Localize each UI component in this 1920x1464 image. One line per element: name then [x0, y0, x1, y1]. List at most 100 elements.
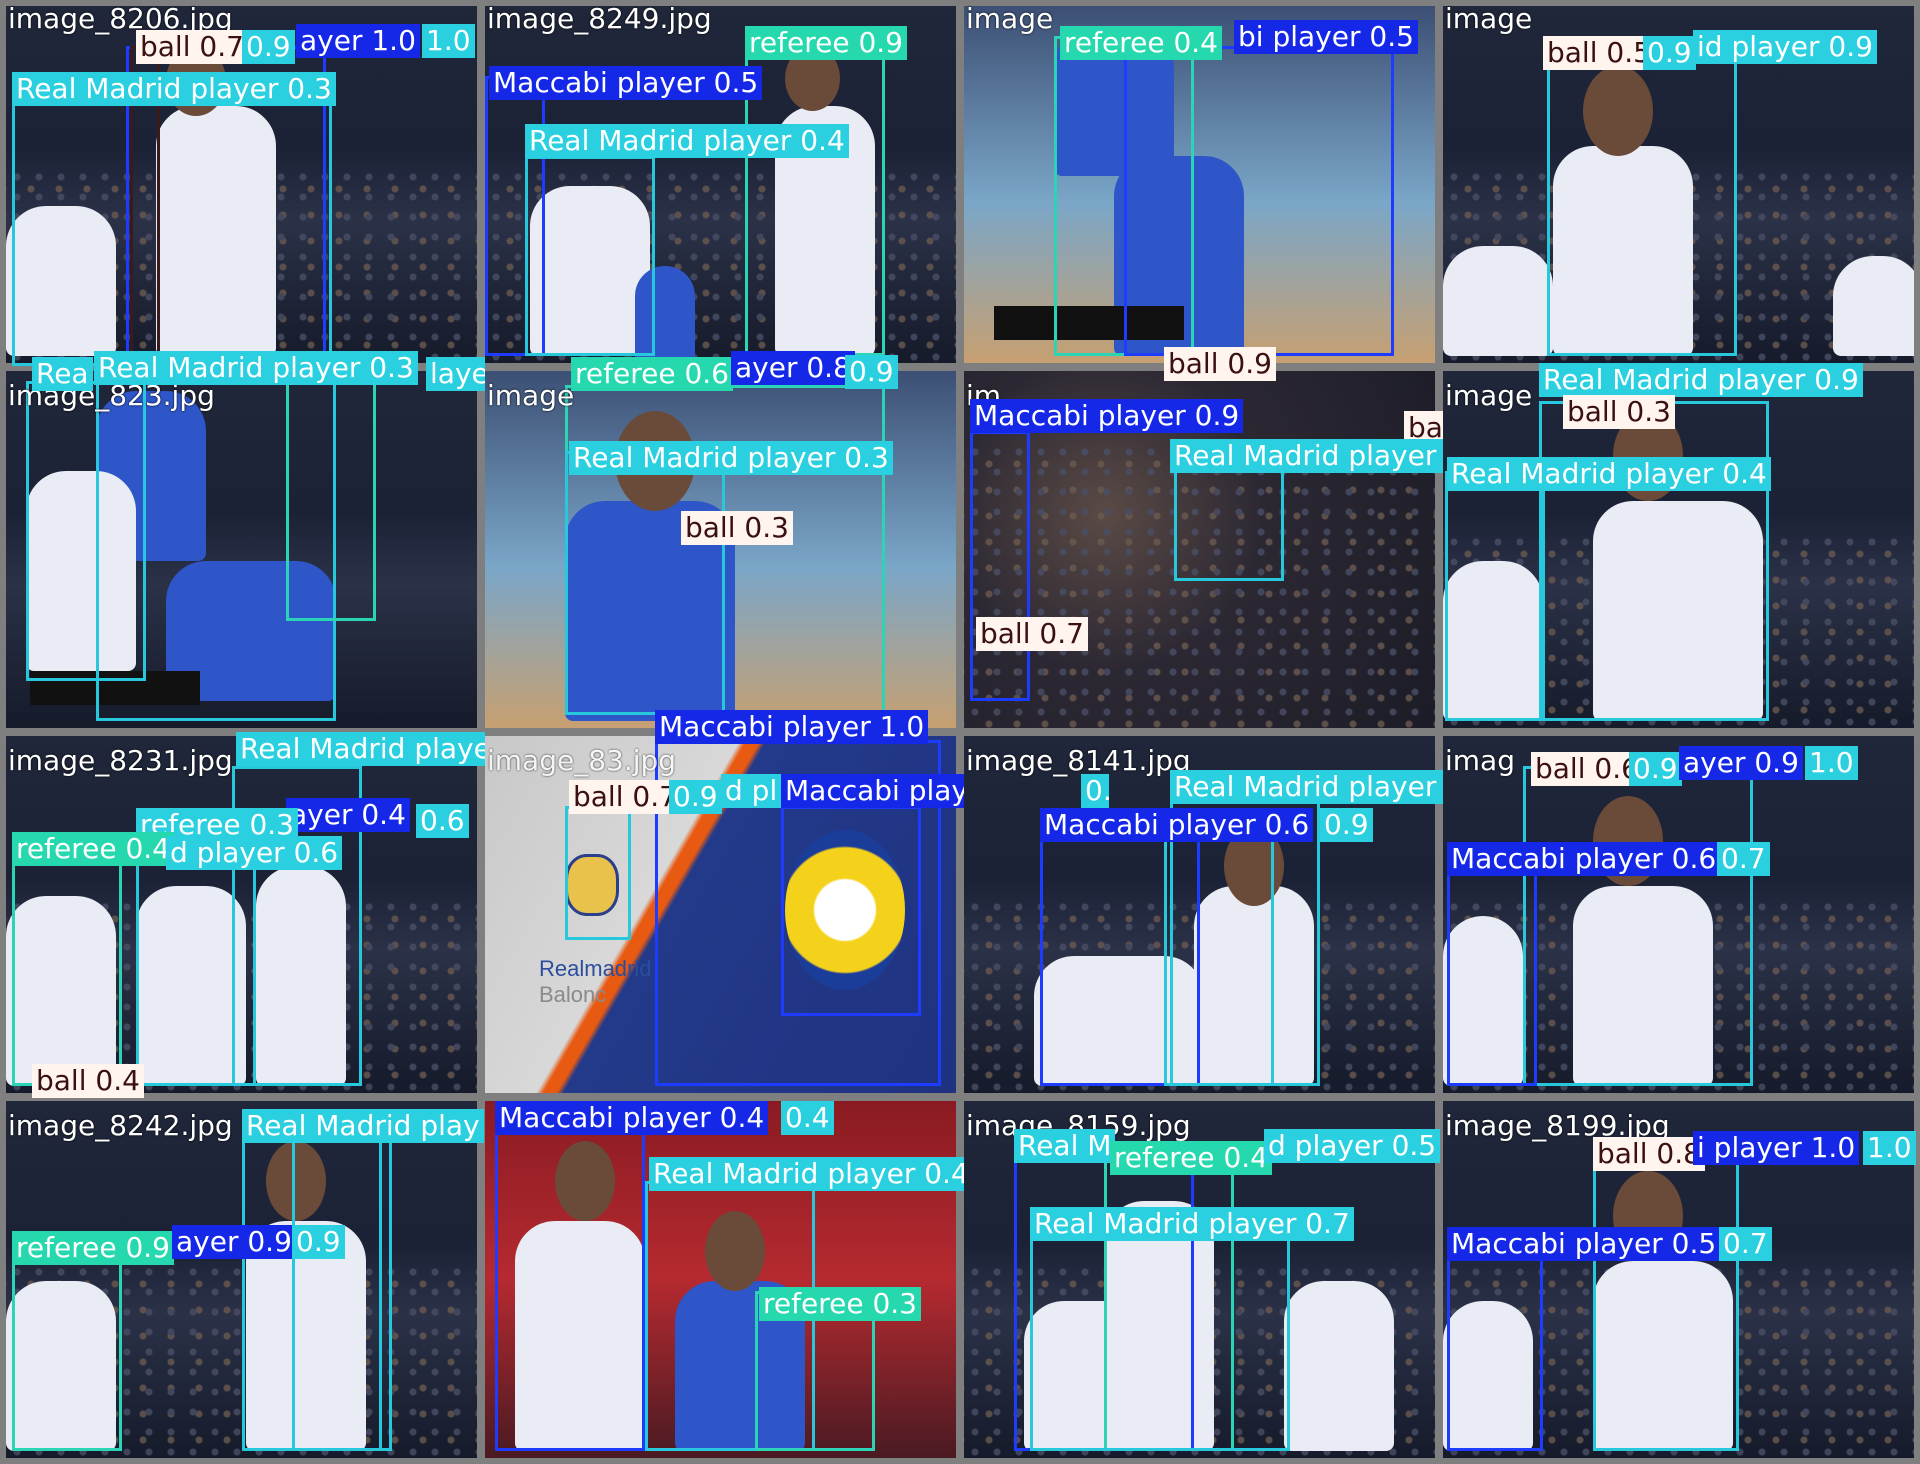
detection-label: Real M [1014, 1129, 1116, 1163]
detection-label: 0.9 [1320, 808, 1373, 842]
detection-box [565, 806, 631, 940]
detection-label: ball 0.5 [1543, 36, 1655, 70]
detection-box [1447, 1251, 1543, 1451]
detection-label: referee 0.9 [745, 26, 907, 60]
detection-label: ayer 0.9 [172, 1225, 296, 1259]
detection-box [565, 451, 725, 715]
detection-box [1539, 401, 1769, 721]
detection-label: 0.9 [845, 355, 898, 389]
detection-label: d player 0.5 [1264, 1129, 1441, 1163]
tile-filename: image [966, 2, 1054, 35]
logo-line: Realmadrid [539, 956, 652, 981]
detection-label: Real Madrid player 0.8 [236, 732, 485, 766]
tile-3: image ball 0.5 0.9 id player 0.9 [1443, 2, 1914, 363]
tile-filename: imag [1445, 744, 1515, 777]
detection-box [495, 1125, 645, 1451]
detection-label: 0.9 [1643, 36, 1696, 70]
tile-filename: image_8242.jpg [8, 1109, 233, 1142]
detection-box [136, 856, 256, 1086]
tile-filename: image [1445, 379, 1533, 412]
detection-label: Maccabi player 0.5 [1447, 1227, 1721, 1261]
detection-label: referee 0.6 [571, 357, 733, 391]
tile-filename: image_8141.jpg [966, 744, 1191, 777]
detection-label: Real Madrid player 0.9 [1539, 363, 1863, 397]
detection-label: ball 0.6 [1531, 752, 1643, 786]
detection-label: id player 0.9 [1693, 30, 1877, 64]
detection-label: 0.9 [242, 30, 295, 64]
detection-box [1445, 471, 1545, 721]
detection-box [1547, 56, 1737, 356]
detection-label: Real Madrid player 0.4 [1447, 457, 1771, 491]
tile-8: image_8231.jpg Real Madrid player 0.8 ay… [6, 732, 485, 1098]
detection-label: 0.9 [292, 1225, 345, 1259]
detection-label: Real Madrid player 0.3 [94, 351, 418, 385]
detection-box [1124, 46, 1394, 356]
detection-label: ayer 0.9 [1679, 746, 1803, 780]
detection-box [1030, 1227, 1290, 1451]
detection-label: ball 0.7 [136, 30, 248, 64]
detection-label: ball 0.3 [1563, 395, 1675, 429]
detection-label: ayer 1.0 [296, 24, 420, 58]
detection-label: 0.7 [1717, 842, 1770, 876]
detection-label: Rea [32, 357, 93, 391]
detection-label: 0.4 [781, 1101, 834, 1135]
detection-label: 0.9 [1629, 752, 1682, 786]
tile-filename: image_8231.jpg [8, 744, 233, 777]
tile-10: image_8141.jpg Real Madrid player 0.9 Ma… [964, 736, 1443, 1093]
tile-6: im ball 0.9 Maccabi player 0.9 ball 0.8 … [964, 347, 1443, 728]
detection-label: Real Madrid player 0.3 [569, 441, 893, 475]
detection-label: Maccabi player 0.5 [781, 774, 964, 808]
detection-label: Maccabi player 0.6 [1447, 842, 1721, 876]
detection-label: ball 0.9 [1164, 347, 1276, 381]
detection-label: Maccabi player 0.5 [489, 66, 763, 100]
detection-label: Real Madrid play [242, 1109, 484, 1143]
detection-label: referee 0.4 [1110, 1141, 1272, 1175]
detection-box [1523, 766, 1753, 1086]
detection-box [286, 381, 376, 621]
detection-label: ball 0.7 [569, 780, 681, 814]
tile-1: image_8249.jpg referee 0.9 Maccabi playe… [485, 2, 956, 363]
detection-label: ball 0.8 [1593, 1137, 1705, 1171]
detection-label: Real Madrid player 0.7 [1030, 1207, 1354, 1241]
tile-11: imag ball 0.6 0.9 ayer 0.9 1.0 Maccabi p… [1443, 736, 1914, 1093]
detection-box [1593, 1161, 1739, 1451]
detection-label: 0.6 [1081, 774, 1109, 808]
logo-text: Realmadrid Balonc [539, 956, 652, 1008]
detection-label: 1.0 [422, 24, 475, 58]
tile-14: image_8159.jpg Real M referee 0.4 d play… [964, 1101, 1441, 1458]
detection-label: 0.7 [1719, 1227, 1772, 1261]
detection-label: ayer 0.4 [286, 798, 410, 832]
detection-label: ball 0.3 [681, 511, 793, 545]
detection-label: referee 0.3 [759, 1287, 921, 1321]
detection-label: bi player 0.5 [1234, 20, 1418, 54]
tile-filename: image [487, 379, 575, 412]
mosaic-grid: image_8206.jpg ball 0.7 0.9 ayer 1.0 1.0… [0, 0, 1920, 1464]
detection-label: Real Madrid player 0.3 [12, 72, 336, 106]
detection-label: 1.0 [1863, 1131, 1916, 1165]
detection-box [1164, 832, 1274, 1086]
detection-label: d player 0.6 [166, 836, 343, 870]
tile-5: image referee 0.6 ayer 0.8 0.9 Real Madr… [485, 351, 956, 728]
tile-4: image_823.jpg Rea Real Madrid player 0.3… [6, 351, 485, 728]
tile-13: Maccabi player 0.4 0.4 Real Madrid playe… [485, 1101, 964, 1458]
detection-box [12, 856, 122, 1086]
logo-line: Balonc [539, 982, 607, 1007]
detection-label: Maccabi player 1.0 [655, 710, 929, 744]
detection-label: Real Madrid player 0.7 [1170, 439, 1443, 473]
tile-2: image referee 0.4 bi player 0.5 [964, 2, 1435, 363]
detection-label: referee 0.4 [1060, 26, 1222, 60]
detection-box [525, 156, 655, 356]
tile-15: image_8199.jpg ball 0.8 i player 1.0 1.0… [1443, 1101, 1916, 1458]
detection-label: ball 0.7 [976, 617, 1088, 651]
detection-label: i player 1.0 [1693, 1131, 1860, 1165]
detection-box [781, 806, 921, 1016]
detection-box [745, 46, 885, 356]
tile-7: image Real Madrid player 0.9 ball 0.3 Re… [1443, 363, 1914, 728]
detection-label: d pl [721, 774, 782, 808]
tile-9: Realmadrid Balonc image_83.jpg Maccabi p… [485, 710, 1109, 1093]
detection-label: Maccabi player 0.6 [1040, 808, 1314, 842]
detection-label: Maccabi player 0.4 [495, 1101, 769, 1135]
detection-label: Real Madrid player 0.4 [649, 1157, 964, 1191]
detection-label: 0.6 [416, 804, 469, 838]
detection-label: ball 0.4 [32, 1064, 144, 1098]
